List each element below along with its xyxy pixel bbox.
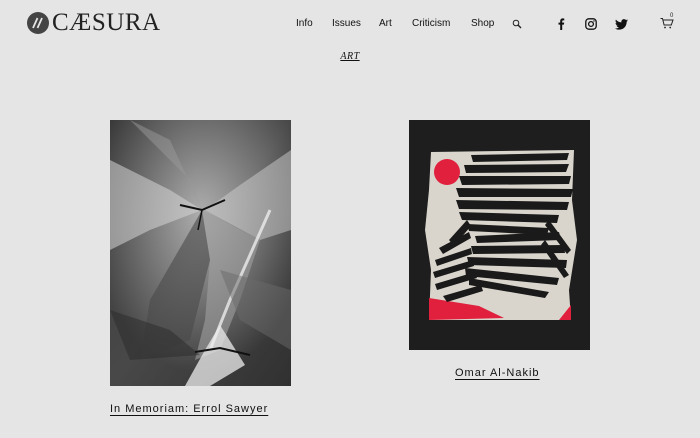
abstract-artwork [409,120,590,350]
fabric-photo [110,120,291,386]
article-title-errol-sawyer[interactable]: In Memoriam: Errol Sawyer [110,402,268,416]
nav-item-art[interactable]: Art [379,17,392,31]
facebook-icon[interactable] [554,17,568,31]
cart-count: 0 [670,13,674,19]
article-image-errol-sawyer[interactable] [110,120,291,386]
section-label: ART [0,50,700,64]
article-title-omar-al-nakib[interactable]: Omar Al-Nakib [455,366,540,380]
cart-icon[interactable] [657,15,677,31]
site-logo[interactable]: CÆSURA [27,9,161,36]
twitter-icon[interactable] [614,17,628,31]
article-image-omar-al-nakib[interactable] [409,120,590,350]
nav-item-issues[interactable]: Issues [332,17,361,31]
nav-item-info[interactable]: Info [296,17,313,31]
nav-item-criticism[interactable]: Criticism [412,17,450,31]
search-icon[interactable] [511,18,523,30]
nav-item-shop[interactable]: Shop [471,17,494,31]
logo-mark-icon [27,12,49,34]
brand-name: CÆSURA [52,9,161,36]
section-label-link[interactable]: ART [340,51,359,62]
instagram-icon[interactable] [584,17,598,31]
